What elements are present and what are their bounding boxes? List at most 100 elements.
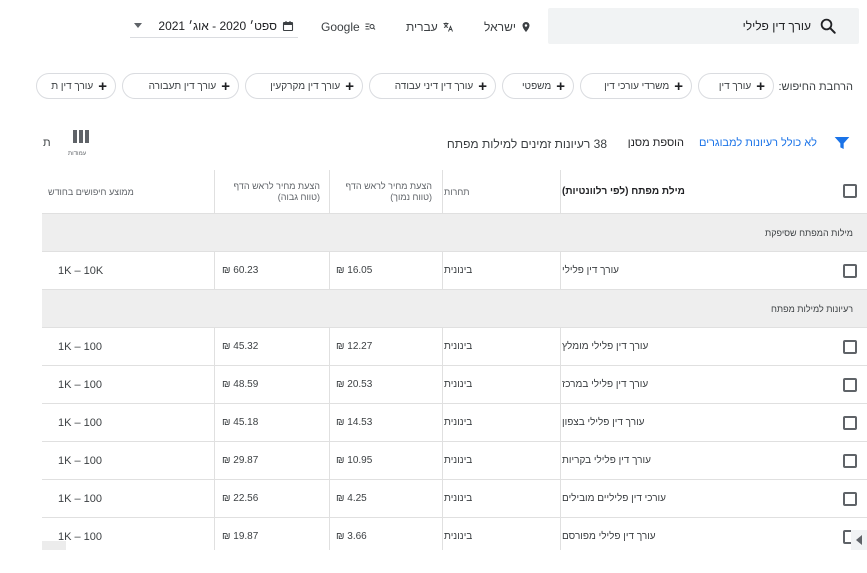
location-pin-icon — [522, 22, 530, 32]
keyword-text: עורך דין פלילי — [562, 265, 619, 276]
keyword-ideas-table: מילת מפתח (לפי רלוונטיות) תחרות הצעת מחי… — [42, 170, 867, 550]
refine-search-label: הרחבת החיפוש: — [778, 81, 854, 93]
location-label: ישראל — [484, 20, 516, 34]
row-checkbox[interactable] — [843, 340, 857, 354]
competition-value: בינונית — [444, 379, 473, 390]
header-keyword[interactable]: מילת מפתח (לפי רלוונטיות) — [562, 170, 827, 213]
exclude-adult-ideas-filter[interactable]: לא כולל רעיונות למבוגרים — [699, 137, 817, 149]
bid-low-value: ₪ 3.66 — [336, 531, 367, 542]
competition-value: בינונית — [444, 455, 473, 466]
table-row: עורך דין פלילי בינונית ₪ 16.05 ₪ 60.23 1… — [42, 252, 867, 290]
table-row: עורך דין פלילי בקריות בינונית ₪ 10.95 ₪ … — [42, 442, 867, 480]
bid-low-value: ₪ 20.53 — [336, 379, 373, 390]
plus-icon: + — [345, 77, 354, 95]
avg-searches-value: 1K – 100 — [58, 416, 103, 429]
translate-icon — [443, 22, 453, 32]
bid-high-value: ₪ 22.56 — [222, 493, 259, 504]
keyword-text: עורך דין פלילי מומלץ — [562, 341, 649, 352]
header-competition[interactable]: תחרות — [444, 170, 556, 213]
plus-icon: + — [98, 77, 107, 95]
avg-searches-value: 1K – 100 — [58, 492, 103, 505]
keyword-text: עורך דין פלילי במרכז — [562, 379, 649, 390]
row-checkbox[interactable] — [843, 454, 857, 468]
table-row: עורך דין פלילי מפורסם בינונית ₪ 3.66 ₪ 1… — [42, 518, 867, 550]
bid-high-value: ₪ 19.87 — [222, 531, 259, 542]
search-query: עורך דין פלילי — [742, 19, 811, 33]
ideas-count: 38 רעיונות זמינים למילות מפתח — [446, 137, 607, 151]
horizontal-scrollbar[interactable] — [42, 541, 66, 550]
competition-value: בינונית — [444, 341, 473, 352]
row-checkbox[interactable] — [843, 264, 857, 278]
keyword-search-input[interactable]: עורך דין פלילי — [548, 8, 859, 44]
date-range-label: ספט׳ 2020 - אוג׳ 2021 — [158, 18, 277, 33]
refine-chip[interactable]: + עורך דין דיני עבודה — [369, 73, 496, 99]
section-label: רעיונות למילות מפתח — [770, 303, 853, 314]
table-row: עורך דין פלילי מומלץ בינונית ₪ 12.27 ₪ 4… — [42, 328, 867, 366]
section-label: מילות המפתח שסיפקת — [764, 227, 853, 238]
date-range-selector[interactable]: ספט׳ 2020 - אוג׳ 2021 — [130, 14, 298, 38]
avg-searches-value: 1K – 100 — [58, 340, 103, 353]
toolbar-cut-label: ת — [43, 137, 51, 149]
refine-chip[interactable]: + עורך דין — [698, 73, 774, 99]
plus-icon: + — [674, 77, 683, 95]
competition-value: בינונית — [444, 531, 473, 542]
select-all-checkbox[interactable] — [843, 184, 857, 198]
avg-searches-value: 1K – 10K — [58, 264, 104, 277]
bid-low-value: ₪ 4.25 — [336, 493, 367, 504]
keyword-text: עורך דין פלילי בצפון — [562, 417, 645, 428]
table-header-row: מילת מפתח (לפי רלוונטיות) תחרות הצעת מחי… — [42, 170, 867, 214]
network-selector[interactable]: Google — [321, 18, 376, 36]
refine-chip[interactable]: + עורך דין ת — [36, 73, 116, 99]
bid-low-value: ₪ 12.27 — [336, 341, 373, 352]
bid-high-value: ₪ 48.59 — [222, 379, 259, 390]
calendar-icon — [282, 20, 294, 31]
bid-high-value: ₪ 45.18 — [222, 417, 259, 428]
competition-value: בינונית — [444, 417, 473, 428]
header-bid-high[interactable]: הצעת מחיר לראש הדף (טווח גבוה) — [220, 170, 320, 213]
row-checkbox[interactable] — [843, 416, 857, 430]
add-filter-button[interactable]: הוספת מסנן — [628, 137, 684, 149]
table-row: עורך דין פלילי במרכז בינונית ₪ 20.53 ₪ 4… — [42, 366, 867, 404]
competition-value: בינונית — [444, 493, 473, 504]
table-row: עורכי דין פליליים מובילים בינונית ₪ 4.25… — [42, 480, 867, 518]
section-provided-keywords: מילות המפתח שסיפקת — [42, 214, 867, 252]
columns-icon[interactable] — [73, 130, 89, 143]
columns-label: עמודות — [68, 151, 87, 157]
refine-chip[interactable]: + עורך דין מקרקעין — [245, 73, 363, 99]
refine-search-bar: הרחבת החיפוש: + עורך דין + משרדי עורכי דין… — [0, 72, 867, 104]
plus-icon: + — [221, 77, 230, 95]
bid-low-value: ₪ 16.05 — [336, 265, 373, 276]
language-selector[interactable]: עברית — [406, 18, 454, 36]
keyword-text: עורכי דין פליליים מובילים — [562, 493, 666, 504]
competition-value: בינונית — [444, 265, 473, 276]
bid-high-value: ₪ 45.32 — [222, 341, 259, 352]
avg-searches-value: 1K – 100 — [58, 378, 103, 391]
plus-icon: + — [756, 77, 765, 95]
bid-low-value: ₪ 10.95 — [336, 455, 373, 466]
row-checkbox[interactable] — [843, 378, 857, 392]
keyword-text: עורך דין פלילי בקריות — [562, 455, 651, 466]
chevron-left-icon — [856, 535, 862, 545]
bid-high-value: ₪ 60.23 — [222, 265, 259, 276]
search-icon — [820, 18, 836, 34]
language-label: עברית — [406, 20, 438, 34]
location-selector[interactable]: ישראל — [484, 18, 532, 36]
bid-high-value: ₪ 29.87 — [222, 455, 259, 466]
header-bid-low[interactable]: הצעת מחיר לראש הדף (טווח נמוך) — [332, 170, 432, 213]
header-avg-searches[interactable]: ממוצע חיפושים בחודש — [48, 170, 196, 213]
avg-searches-value: 1K – 100 — [58, 454, 103, 467]
bid-low-value: ₪ 14.53 — [336, 417, 373, 428]
plus-icon: + — [478, 77, 487, 95]
row-checkbox[interactable] — [843, 492, 857, 506]
filter-icon[interactable] — [834, 136, 850, 150]
section-keyword-ideas: רעיונות למילות מפתח — [42, 290, 867, 328]
refine-chip[interactable]: + משרדי עורכי דין — [580, 73, 692, 99]
table-row: עורך דין פלילי בצפון בינונית ₪ 14.53 ₪ 4… — [42, 404, 867, 442]
refine-chip[interactable]: + עורך דין תעבורה — [122, 73, 239, 99]
refine-chip[interactable]: + משפטי — [502, 73, 574, 99]
network-label: Google — [321, 20, 360, 34]
plus-icon: + — [556, 77, 565, 95]
search-network-icon — [365, 23, 376, 30]
scroll-left-button[interactable] — [851, 530, 867, 550]
chevron-down-icon — [134, 23, 142, 28]
